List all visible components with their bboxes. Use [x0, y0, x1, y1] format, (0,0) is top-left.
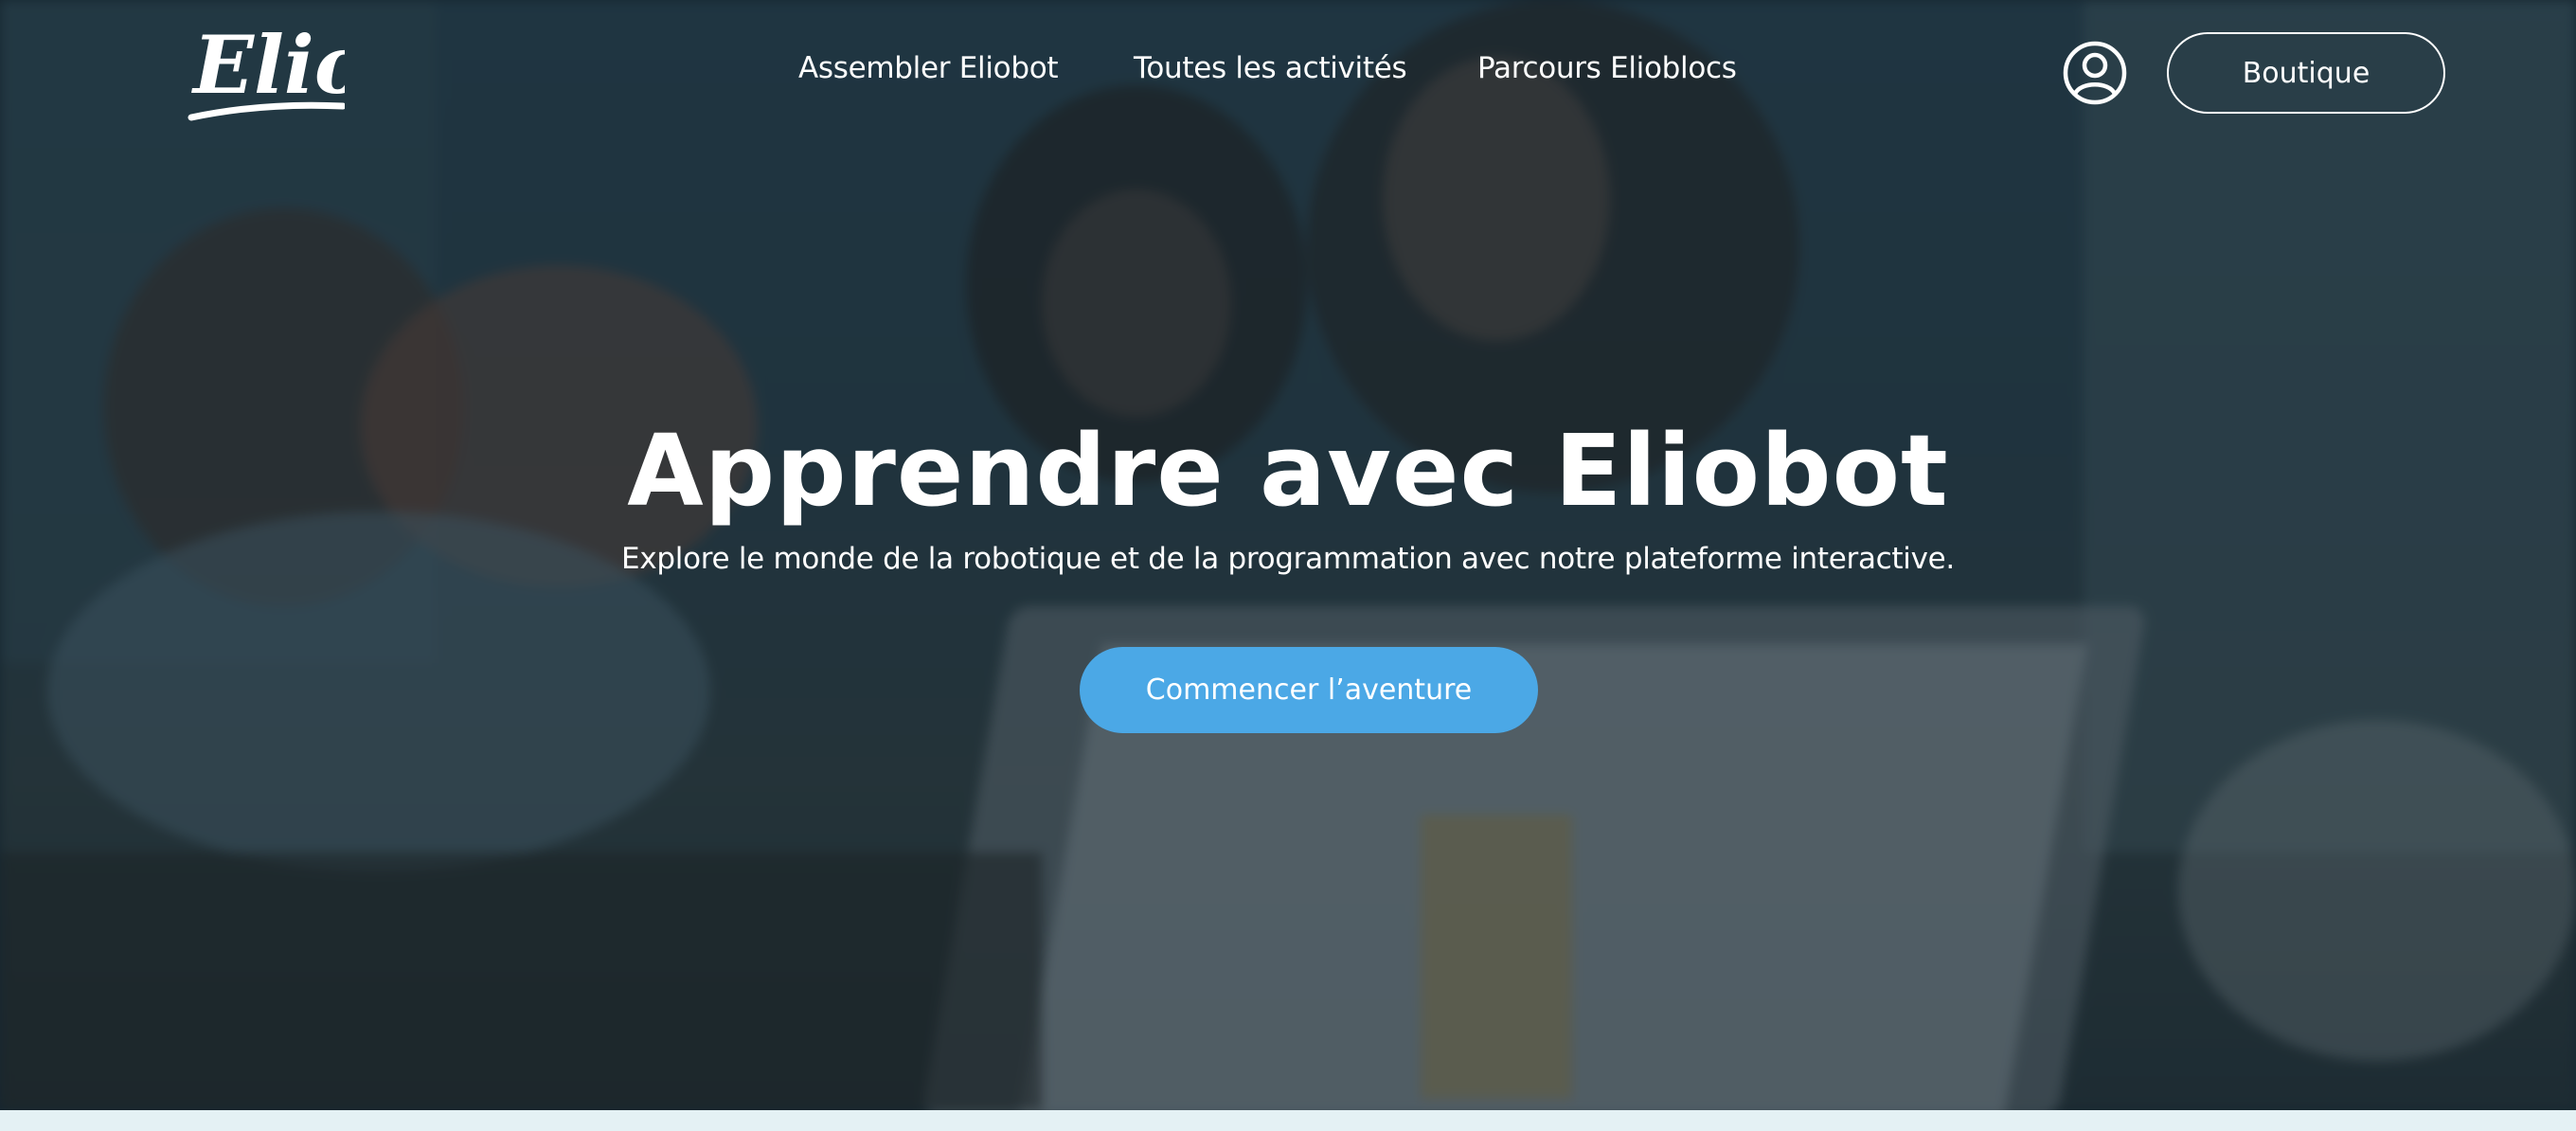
- start-adventure-button[interactable]: Commencer l’aventure: [1080, 647, 1538, 733]
- nav-toutes-les-activites[interactable]: Toutes les activités: [1134, 51, 1407, 85]
- hero-title: Apprendre avec Eliobot: [627, 413, 1949, 529]
- nav-assembler-eliobot[interactable]: Assembler Eliobot: [798, 51, 1059, 85]
- hero-section: Elio Assembler Eliobot Toutes les activi…: [0, 0, 2576, 1110]
- next-section-edge: [0, 1110, 2576, 1131]
- svg-text:Elio: Elio: [191, 19, 345, 112]
- user-circle-icon[interactable]: [2062, 40, 2128, 106]
- elio-logo[interactable]: Elio: [188, 18, 367, 125]
- hero-subtitle: Explore le monde de la robotique et de l…: [621, 542, 1955, 576]
- boutique-button[interactable]: Boutique: [2167, 32, 2445, 114]
- nav-parcours-elioblocs[interactable]: Parcours Elioblocs: [1477, 51, 1737, 85]
